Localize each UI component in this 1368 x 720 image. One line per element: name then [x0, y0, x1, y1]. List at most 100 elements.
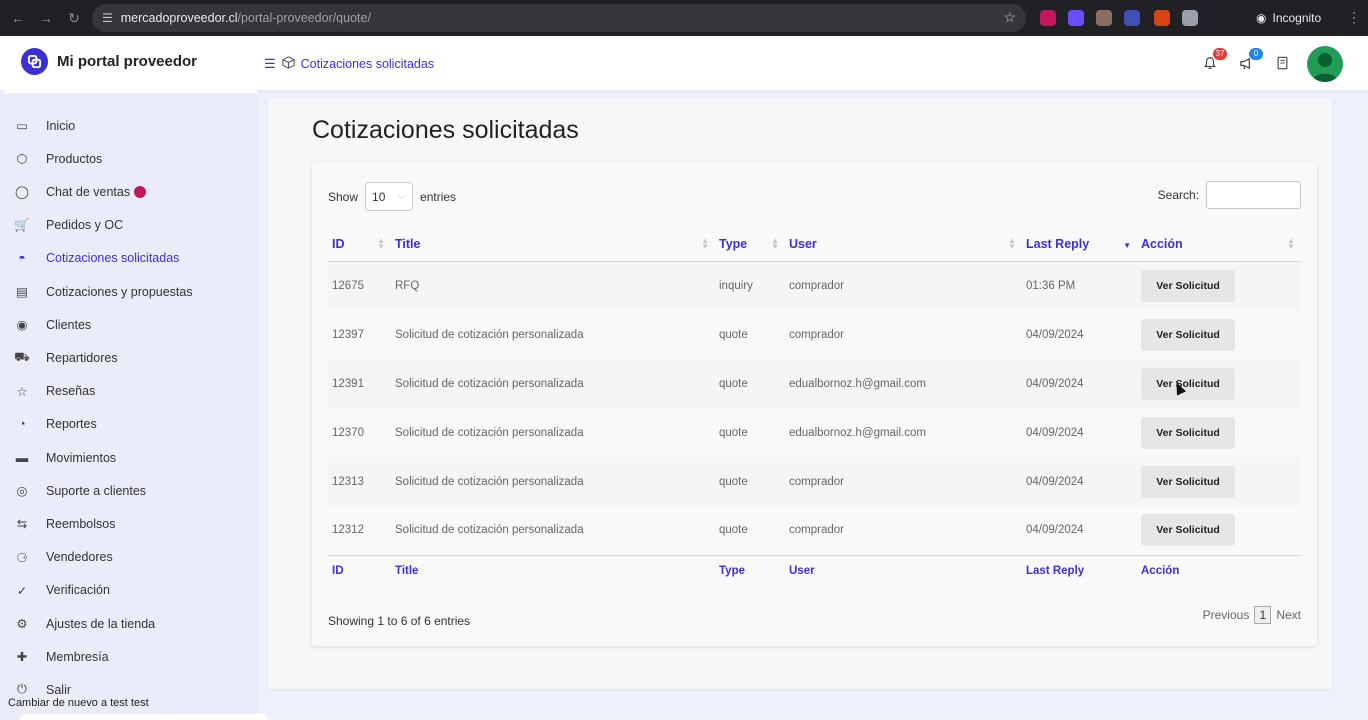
breadcrumb-current[interactable]: Cotizaciones solicitadas — [301, 57, 434, 71]
cell-last-reply: 04/09/2024 — [1026, 524, 1084, 537]
bookmark-star-icon[interactable]: ☆ — [1003, 9, 1016, 26]
sidebar-item-label: Repartidores — [46, 350, 118, 365]
money-icon: ▬ — [15, 450, 29, 465]
table-row: 12391 Solicitud de cotización personaliza… — [328, 359, 1301, 408]
sidebar-item-suporte-a-clientes[interactable]: ◎ Suporte a clientes — [0, 474, 258, 507]
cell-id: 12391 — [328, 359, 391, 408]
ver-solicitud-button[interactable]: Ver Solicitud — [1141, 269, 1235, 302]
column-header[interactable]: Type ▲ ▼ — [715, 228, 785, 262]
brand-name[interactable]: Mi portal proveedor — [57, 53, 197, 70]
incognito-label: Incognito — [1272, 11, 1322, 25]
page-title: Cotizaciones solicitadas — [312, 116, 579, 144]
forward-icon[interactable]: → — [32, 4, 60, 32]
quotes-table: ID ▲ ▼ Title ▲ ▼ Type ▲ ▼ User ▲ ▼ Last Reply ▼ Acción… — [328, 228, 1301, 587]
ver-solicitud-button[interactable]: Ver Solicitud — [1141, 465, 1235, 498]
sidebar-item-label: Cotizaciones solicitadas — [46, 251, 180, 266]
page-length-select[interactable]: 10 ⌵ — [365, 182, 414, 211]
ver-solicitud-button[interactable]: Ver Solicitud — [1141, 367, 1235, 400]
reload-icon[interactable]: ↻ — [60, 4, 88, 32]
cell-type: quote — [719, 426, 748, 439]
ver-solicitud-button[interactable]: Ver Solicitud — [1141, 416, 1235, 449]
extension-icon[interactable] — [1068, 10, 1084, 26]
column-header[interactable]: ID ▲ ▼ — [328, 228, 391, 262]
column-header[interactable]: Title ▲ ▼ — [391, 228, 715, 262]
unread-badge — [134, 185, 147, 198]
cell-action: Ver Solicitud — [1137, 457, 1301, 506]
sidebar-item-membresia[interactable]: ✚ Membresía — [0, 640, 258, 673]
megaphone-icon[interactable]: 0 — [1237, 48, 1263, 72]
url-text: mercadoproveedor.cl/portal-proveedor/quo… — [120, 11, 371, 25]
column-header[interactable]: Last Reply ▼ — [1022, 228, 1137, 262]
cell-last-reply: 04/09/2024 — [1026, 426, 1084, 439]
column-header-label: Title — [395, 237, 421, 252]
cell-type: quote — [715, 359, 785, 408]
sidebar-item-cotizaciones-y-propuestas[interactable]: ▤ Cotizaciones y propuestas — [0, 275, 258, 308]
star-icon: ☆ — [16, 384, 28, 399]
sidebar-item-cotizaciones-solicitadas[interactable]: ◓ Cotizaciones solicitadas — [0, 242, 258, 275]
extension-icon[interactable] — [1096, 10, 1112, 26]
box-icon: ⬡ — [16, 152, 28, 167]
search-label: Search: — [1157, 188, 1199, 202]
sidebar-item-reportes[interactable]: ◔ Reportes — [0, 408, 258, 441]
sidebar-item-resenas[interactable]: ☆ Reseñas — [0, 375, 258, 408]
sidebar-item-label: Pedidos y OC — [46, 218, 124, 233]
back-icon[interactable]: ← — [4, 4, 32, 32]
cell-user: edualbornoz.h@gmail.com — [785, 359, 1022, 408]
page-1-button[interactable]: 1 — [1254, 606, 1272, 624]
cell-user: comprador — [785, 261, 1022, 310]
column-header-label: Last Reply — [1026, 237, 1090, 252]
cell-last-reply: 04/09/2024 — [1022, 359, 1137, 408]
main-panel: Cotizaciones solicitadas Show 10 ⌵ entri… — [268, 98, 1332, 689]
brand-logo-icon[interactable] — [21, 48, 48, 75]
sidebar-item-chat-de-ventas[interactable]: ◯ Chat de ventas — [0, 175, 258, 208]
column-header-label: Type — [719, 237, 748, 252]
column-footer: Last Reply — [1022, 554, 1137, 587]
sidebar-item-pedidos-y-oc[interactable]: 🛒 Pedidos y OC — [0, 209, 258, 242]
cell-type: quote — [715, 457, 785, 506]
address-bar[interactable]: ☰ mercadoproveedor.cl/portal-proveedor/q… — [92, 4, 1026, 32]
extension-icon[interactable] — [1040, 10, 1056, 26]
column-header[interactable]: Acción ▲ ▼ — [1137, 228, 1301, 262]
sidebar-item-reembolsos[interactable]: ⇆ Reembolsos — [0, 507, 258, 540]
book-icon[interactable] — [1273, 54, 1291, 72]
sidebar-item-vendedores[interactable]: ⚆ Vendedores — [0, 541, 258, 574]
cell-last-reply: 04/09/2024 — [1026, 328, 1084, 341]
next-page-button[interactable]: Next — [1276, 608, 1301, 622]
notifications-bell-icon[interactable]: 37 — [1201, 48, 1227, 72]
inbox-icon: ◓ — [18, 251, 26, 266]
site-info-icon[interactable]: ☰ — [102, 11, 113, 25]
sidebar-item-ajustes-de-la-tienda[interactable]: ⚙ Ajustes de la tienda — [0, 607, 258, 640]
cart-icon: 🛒 — [14, 217, 30, 232]
cell-user: comprador — [789, 524, 844, 537]
table-search: Search: — [1158, 181, 1301, 209]
sidebar-item-clientes[interactable]: ◉ Clientes — [0, 308, 258, 341]
extension-icon[interactable] — [1182, 10, 1198, 26]
sidebar-item-productos[interactable]: ⬡ Productos — [0, 142, 258, 175]
browser-menu-icon[interactable]: ⋮ — [1347, 9, 1361, 26]
settings-icon: ⚙ — [16, 617, 28, 631]
sidebar-footer — [20, 714, 268, 720]
sidebar-item-label: Reportes — [46, 417, 97, 432]
sidebar-item-label: Vendedores — [46, 550, 113, 565]
ver-solicitud-button[interactable]: Ver Solicitud — [1141, 514, 1235, 547]
search-input[interactable] — [1206, 181, 1301, 209]
cell-id: 12370 — [332, 426, 364, 439]
sidebar-item-movimientos[interactable]: ▬ Movimientos — [0, 441, 258, 474]
column-header[interactable]: User ▲ ▼ — [785, 228, 1022, 262]
column-header-label: ID — [332, 237, 345, 252]
ver-solicitud-button[interactable]: Ver Solicitud — [1141, 318, 1235, 351]
extension-icon[interactable] — [1124, 10, 1140, 26]
incognito-icon: ◉ — [1256, 11, 1267, 25]
sidebar-item-verificacion[interactable]: ✓ Verificación — [0, 574, 258, 607]
notifications-badge: 37 — [1213, 48, 1227, 60]
avatar[interactable] — [1307, 46, 1343, 82]
incognito-indicator[interactable]: ◉ Incognito — [1256, 6, 1321, 30]
app-header: Mi portal proveedor ☰ Cotizaciones solic… — [0, 36, 1368, 90]
sort-icon: ▲ ▼ — [1287, 236, 1295, 251]
previous-page-button[interactable]: Previous — [1203, 608, 1250, 622]
switch-user-link[interactable]: Cambiar de nuevo a test test — [8, 697, 149, 709]
menu-toggle-icon[interactable]: ☰ — [264, 56, 276, 72]
sidebar-item-repartidores[interactable]: ⛟ Repartidores — [0, 341, 258, 374]
extension-icon[interactable] — [1154, 10, 1170, 26]
sidebar-item-inicio[interactable]: ▭ Inicio — [0, 109, 258, 142]
